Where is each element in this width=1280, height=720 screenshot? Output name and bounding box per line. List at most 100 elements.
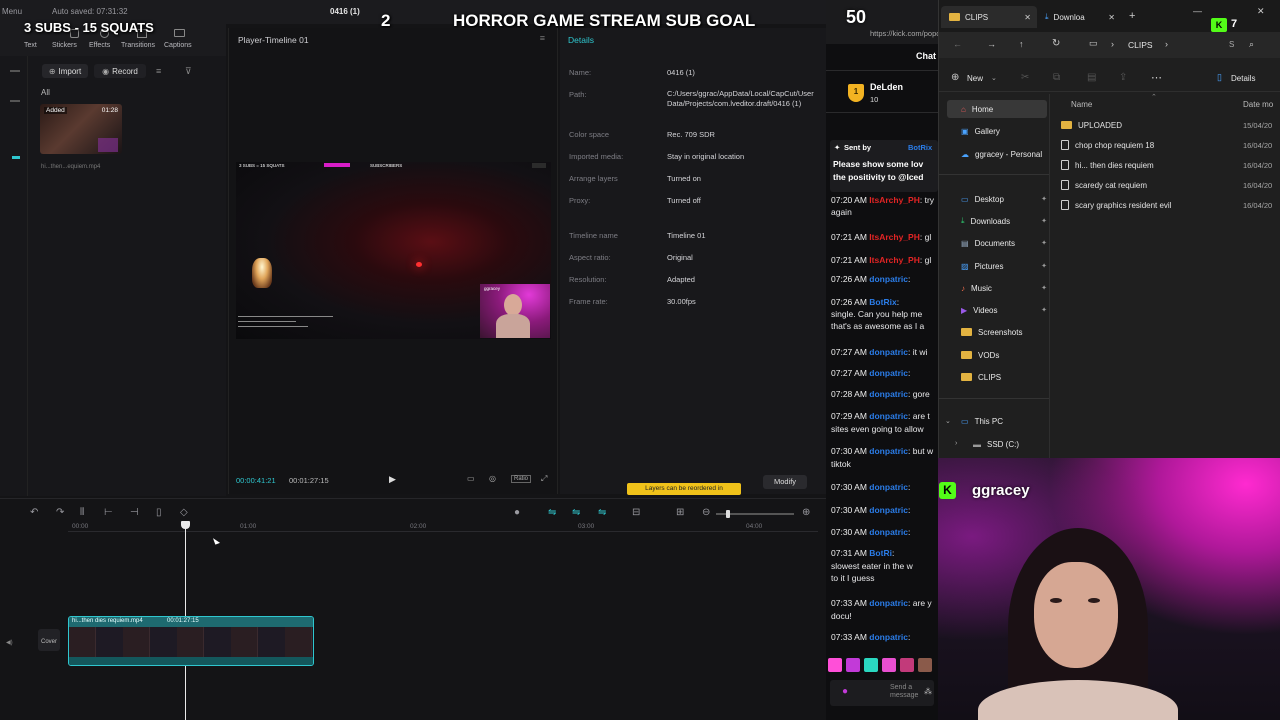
chat-username[interactable]: donpatric	[869, 411, 908, 421]
nav-documents[interactable]: ▤ Documents ✦	[947, 234, 1047, 252]
emote[interactable]	[900, 658, 914, 672]
replace-icon[interactable]: ⊟	[632, 507, 640, 518]
fullscreen-quality-icon[interactable]: ▭	[467, 474, 475, 483]
import-button[interactable]: ⊕ Import	[42, 64, 88, 78]
media-thumbnail[interactable]: Added 01:28	[40, 104, 122, 154]
more-icon[interactable]: ⋯	[1151, 71, 1162, 84]
split-left-icon[interactable]: ⊢	[104, 507, 113, 518]
chat-settings-icon[interactable]: ⁂	[924, 687, 932, 696]
fit-icon[interactable]: ⊞	[676, 507, 684, 518]
nav-screenshots[interactable]: Screenshots	[947, 323, 1047, 341]
copy-icon[interactable]: ⧉	[1053, 72, 1060, 83]
new-icon[interactable]: ⊕	[951, 72, 959, 83]
chat-username[interactable]: donpatric	[869, 598, 908, 608]
video-clip[interactable]: hi...then dies requiem.mp4 00:01:27:15	[68, 616, 314, 666]
rail-item[interactable]	[10, 100, 20, 102]
zoom-in-icon[interactable]: ⊕	[802, 507, 810, 518]
nav-music[interactable]: ♪ Music ✦	[947, 279, 1047, 297]
nav-desktop[interactable]: ▭ Desktop ✦	[947, 190, 1047, 208]
emote[interactable]	[882, 658, 896, 672]
pin-icon[interactable]: ✦	[1041, 306, 1047, 314]
expand-drive-icon[interactable]: ›	[955, 440, 957, 447]
track-audio-icon[interactable]: ◀)	[6, 639, 13, 646]
new-dropdown-icon[interactable]: ⌄	[991, 74, 997, 82]
file-row[interactable]: hi... then dies requiem 16/04/20	[1061, 156, 1280, 174]
link-icon[interactable]: ⇋	[548, 507, 556, 518]
chat-username[interactable]: ItsArchy_PH	[869, 232, 920, 242]
snap-icon[interactable]: ⇋	[572, 507, 580, 518]
file-row[interactable]: scaredy cat requiem 16/04/20	[1061, 176, 1280, 194]
chat-username[interactable]: ItsArchy_PH	[869, 195, 920, 205]
column-name-header[interactable]: Name	[1071, 100, 1092, 109]
redo-icon[interactable]: ↷	[56, 507, 64, 518]
rail-item-active[interactable]	[12, 156, 20, 159]
filter-icon[interactable]: ⊽	[185, 66, 192, 77]
file-row[interactable]: UPLOADED 15/04/20	[1061, 116, 1280, 134]
chat-username[interactable]: donpatric	[869, 482, 908, 492]
zoom-out-icon[interactable]: ⊖	[702, 507, 710, 518]
video-preview[interactable]: 3 SUBS = 15 SQUATS SUBSCRIBERS ggracey	[236, 162, 551, 339]
tab-downloads[interactable]: ⤓ Downloa ✕	[1037, 6, 1117, 28]
nav-ssd[interactable]: ▬ SSD (C:)	[959, 435, 1059, 453]
chat-username[interactable]: donpatric	[869, 632, 908, 642]
pin-icon[interactable]: ✦	[1041, 262, 1047, 270]
nav-clips[interactable]: CLIPS	[947, 368, 1047, 386]
breadcrumb-clips[interactable]: CLIPS	[1128, 40, 1153, 50]
ratio-button[interactable]: Ratio	[511, 475, 532, 483]
tool-transitions[interactable]: Transitions	[121, 42, 155, 49]
chat-address-bar[interactable]: https://kick.com/popo	[870, 29, 938, 38]
emote[interactable]	[846, 658, 860, 672]
minimize-icon[interactable]: —	[1193, 6, 1202, 16]
tool-text[interactable]: Text	[24, 42, 37, 49]
nav-gallery[interactable]: ▣ Gallery	[947, 122, 1047, 140]
rail-item[interactable]	[10, 70, 20, 72]
pin-icon[interactable]: ✦	[1041, 284, 1047, 292]
close-tab-icon[interactable]: ✕	[1024, 13, 1031, 22]
chat-username[interactable]: donpatric	[869, 527, 908, 537]
undo-icon[interactable]: ↶	[30, 507, 38, 518]
pane-splitter[interactable]	[1049, 94, 1050, 458]
up-icon[interactable]: ↑	[1019, 39, 1024, 49]
nav-videos[interactable]: ▶ Videos ✦	[947, 301, 1047, 319]
tab-clips[interactable]: CLIPS ✕	[941, 6, 1037, 28]
emote[interactable]	[864, 658, 878, 672]
chat-username[interactable]: BotRi	[869, 548, 892, 558]
pin-icon[interactable]: ✦	[1041, 239, 1047, 247]
chat-username[interactable]: donpatric	[869, 505, 908, 515]
chat-username[interactable]: donpatric	[869, 274, 908, 284]
chat-username[interactable]: donpatric	[869, 347, 908, 357]
filter-all[interactable]: All	[41, 88, 50, 97]
tool-captions[interactable]: Captions	[164, 42, 192, 49]
menu-button[interactable]: Menu	[2, 7, 22, 16]
file-row[interactable]: chop chop requiem 18 16/04/20	[1061, 136, 1280, 154]
playhead-handle[interactable]	[181, 521, 190, 529]
tool-effects[interactable]: Effects	[89, 42, 110, 49]
forward-icon[interactable]: →	[987, 39, 996, 49]
new-tab-icon[interactable]: +	[1129, 10, 1135, 22]
snapshot-icon[interactable]: ◎	[489, 474, 496, 483]
expand-icon[interactable]: ⤢	[541, 474, 547, 484]
column-date-header[interactable]: Date mo	[1243, 100, 1273, 109]
cover-button[interactable]: Cover	[38, 629, 60, 651]
player-menu-icon[interactable]: ≡	[540, 33, 545, 43]
paste-icon[interactable]: ▤	[1087, 72, 1096, 83]
modify-button[interactable]: Modify	[763, 475, 807, 489]
nav-home[interactable]: ⌂ Home	[947, 100, 1047, 118]
split-right-icon[interactable]: ⊣	[130, 507, 139, 518]
preview-axis-icon[interactable]: ⇋	[598, 507, 606, 518]
marker-icon[interactable]: ◇	[180, 507, 188, 518]
play-button[interactable]: ▶	[389, 474, 396, 485]
pin-icon[interactable]: ✦	[1041, 217, 1047, 225]
close-tab-icon[interactable]: ✕	[1108, 13, 1115, 22]
file-row[interactable]: scary graphics resident evil 16/04/20	[1061, 196, 1280, 214]
record-button[interactable]: ◉ Record	[94, 64, 146, 78]
close-window-icon[interactable]: ✕	[1257, 6, 1265, 17]
new-button[interactable]: New	[967, 74, 983, 83]
cut-icon[interactable]: ✂	[1021, 72, 1029, 83]
pinned-message[interactable]: ✦ Sent by BotRix Please show some lov th…	[830, 140, 938, 192]
nav-this-pc[interactable]: ▭ This PC	[947, 412, 1047, 430]
share-icon[interactable]: ⇪	[1119, 72, 1127, 83]
refresh-icon[interactable]: ↻	[1052, 38, 1060, 49]
nav-pictures[interactable]: ▨ Pictures ✦	[947, 257, 1047, 275]
zoom-slider[interactable]	[716, 510, 794, 518]
